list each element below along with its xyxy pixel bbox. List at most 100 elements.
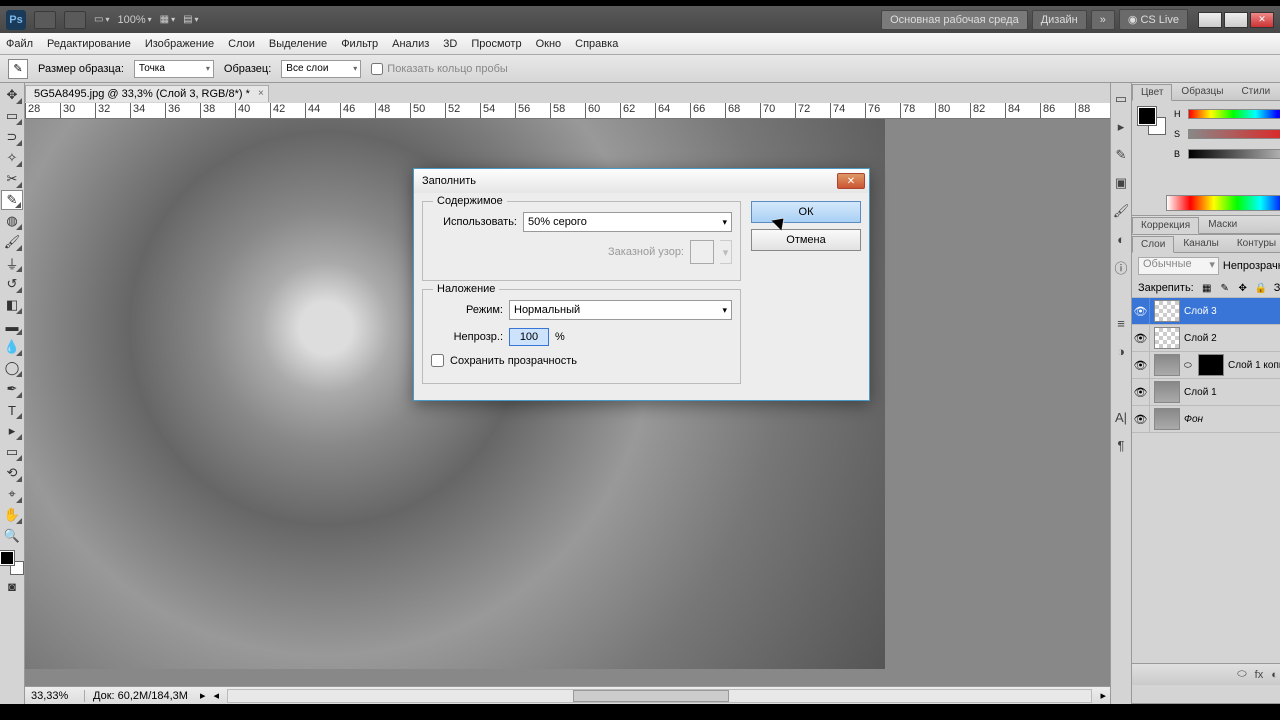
menu-window[interactable]: Окно (536, 38, 562, 50)
bri-slider[interactable] (1188, 149, 1280, 159)
show-ring-checkbox[interactable]: Показать кольцо пробы (371, 63, 508, 75)
document-tab[interactable]: 5G5A8495.jpg @ 33,3% (Слой 3, RGB/8*) *× (25, 85, 269, 102)
quickmask-toggle[interactable]: ◙ (1, 576, 23, 596)
layer-name[interactable]: Слой 1 (1184, 387, 1280, 398)
mask-thumb[interactable] (1198, 354, 1224, 376)
layer-name[interactable]: Фон (1184, 414, 1280, 425)
gradient-tool[interactable]: ▬ (1, 316, 23, 336)
tab-color[interactable]: Цвет (1132, 84, 1172, 101)
link-icon[interactable]: ⬭ (1184, 360, 1194, 371)
layer-thumb[interactable] (1154, 354, 1180, 376)
brushes-panel-icon[interactable]: 🖌 (1111, 201, 1131, 221)
minimize-button[interactable]: — (1198, 12, 1222, 28)
minibridge-icon[interactable] (64, 11, 86, 29)
wand-tool[interactable]: ✧ (1, 148, 23, 168)
dialog-close-button[interactable]: ✕ (837, 173, 865, 189)
lock-pixels-icon[interactable]: ✎ (1218, 281, 1232, 295)
visibility-icon[interactable]: 👁 (1132, 352, 1150, 378)
visibility-icon[interactable]: 👁 (1132, 298, 1150, 324)
layers-group-icon[interactable]: ≡ (1111, 313, 1131, 333)
history-panel-icon[interactable]: ▭ (1111, 89, 1131, 109)
workspace-design-button[interactable]: Дизайн (1032, 10, 1087, 30)
layer-thumb[interactable] (1154, 300, 1180, 322)
paragraph-panel-icon[interactable]: ¶ (1111, 435, 1131, 455)
layer-row[interactable]: 👁Фон🔒 (1132, 406, 1280, 433)
heal-tool[interactable]: ◍ (1, 211, 23, 231)
sample-size-dropdown[interactable]: Точка (134, 60, 214, 78)
menu-view[interactable]: Просмотр (471, 38, 521, 50)
actions-panel-icon[interactable]: ▸ (1111, 117, 1131, 137)
workspace-more-button[interactable]: » (1091, 10, 1115, 30)
bridge-icon[interactable] (34, 11, 56, 29)
tab-masks[interactable]: Маски (1199, 216, 1246, 233)
tab-swatches[interactable]: Образцы (1172, 83, 1232, 100)
close-button[interactable]: ✕ (1250, 12, 1274, 28)
dodge-tool[interactable]: ◯ (1, 358, 23, 378)
menu-file[interactable]: Файл (6, 38, 33, 50)
tab-channels[interactable]: Каналы (1174, 235, 1228, 252)
tab-adjustments[interactable]: Коррекция (1132, 217, 1199, 234)
mode-dropdown[interactable]: Нормальный (509, 300, 732, 320)
visibility-icon[interactable]: 👁 (1132, 325, 1150, 351)
blur-tool[interactable]: 💧 (1, 337, 23, 357)
menu-layer[interactable]: Слои (228, 38, 255, 50)
hand-tool[interactable]: ✋ (1, 505, 23, 525)
history-brush-tool[interactable]: ↺ (1, 274, 23, 294)
menu-image[interactable]: Изображение (145, 38, 214, 50)
tab-paths[interactable]: Контуры (1228, 235, 1280, 252)
pen-tool[interactable]: ✒ (1, 379, 23, 399)
layer-thumb[interactable] (1154, 381, 1180, 403)
color-swatches[interactable] (0, 551, 24, 575)
lock-transparency-icon[interactable]: ▦ (1200, 281, 1214, 295)
zoom-selector[interactable]: 100%▾ (117, 14, 151, 26)
stamp-tool[interactable]: ⏚ (1, 253, 23, 273)
layer-fx-icon[interactable]: fx (1255, 669, 1264, 681)
use-dropdown[interactable]: 50% серого (523, 212, 732, 232)
doc-info[interactable]: Док: 60,2M/184,3M (85, 690, 196, 702)
panel-color-swatches[interactable] (1138, 107, 1166, 135)
arrange-selector[interactable]: ▦▾ (160, 14, 175, 25)
menu-select[interactable]: Выделение (269, 38, 327, 50)
spectrum-bar[interactable] (1166, 195, 1280, 211)
info-panel-icon[interactable]: ⓘ (1111, 257, 1131, 277)
menu-edit[interactable]: Редактирование (47, 38, 131, 50)
preserve-transparency-checkbox[interactable] (431, 354, 444, 367)
layer-name[interactable]: Слой 3 (1184, 306, 1280, 317)
opacity-input[interactable] (509, 328, 549, 346)
layer-row[interactable]: 👁 ⬭ Слой 1 копия (1132, 352, 1280, 379)
cslive-button[interactable]: ◉ CS Live (1119, 9, 1188, 30)
visibility-icon[interactable]: 👁 (1132, 379, 1150, 405)
extras-selector[interactable]: ▤▾ (183, 14, 198, 25)
zoom-field[interactable]: 33,33% (25, 690, 85, 702)
hue-slider[interactable] (1188, 109, 1280, 119)
brush-panel-icon[interactable]: ✎ (1111, 145, 1131, 165)
move-tool[interactable]: ✥ (1, 85, 23, 105)
character-panel-icon[interactable]: A| (1111, 407, 1131, 427)
ok-button[interactable]: ОК (751, 201, 861, 223)
type-tool[interactable]: T (1, 400, 23, 420)
tab-layers[interactable]: Слои (1132, 236, 1174, 253)
adjustments-icon[interactable]: ◑ (1111, 341, 1131, 361)
layer-name[interactable]: Слой 1 копия (1228, 360, 1280, 371)
eyedropper-tool-icon[interactable]: ✎ (8, 59, 28, 79)
scrollbar-horizontal[interactable] (227, 689, 1092, 703)
tab-close-icon[interactable]: × (258, 88, 264, 99)
blend-mode-dropdown[interactable]: Обычные (1138, 257, 1219, 275)
sat-slider[interactable] (1188, 129, 1280, 139)
menu-filter[interactable]: Фильтр (341, 38, 378, 50)
layer-thumb[interactable] (1154, 408, 1180, 430)
maximize-button[interactable]: □ (1224, 12, 1248, 28)
lock-all-icon[interactable]: 🔒 (1254, 281, 1268, 295)
layer-row[interactable]: 👁 Слой 3 (1132, 298, 1280, 325)
crop-tool[interactable]: ✂ (1, 169, 23, 189)
lasso-tool[interactable]: ⊃ (1, 127, 23, 147)
layer-name[interactable]: Слой 2 (1184, 333, 1280, 344)
menu-3d[interactable]: 3D (443, 38, 457, 50)
sample-dropdown[interactable]: Все слои (281, 60, 361, 78)
layer-row[interactable]: 👁 Слой 2 (1132, 325, 1280, 352)
tab-styles[interactable]: Стили (1232, 83, 1279, 100)
3d-tool[interactable]: ⟲ (1, 463, 23, 483)
screen-mode-selector[interactable]: ▭▾ (94, 14, 109, 25)
path-tool[interactable]: ▸ (1, 421, 23, 441)
eraser-tool[interactable]: ◧ (1, 295, 23, 315)
